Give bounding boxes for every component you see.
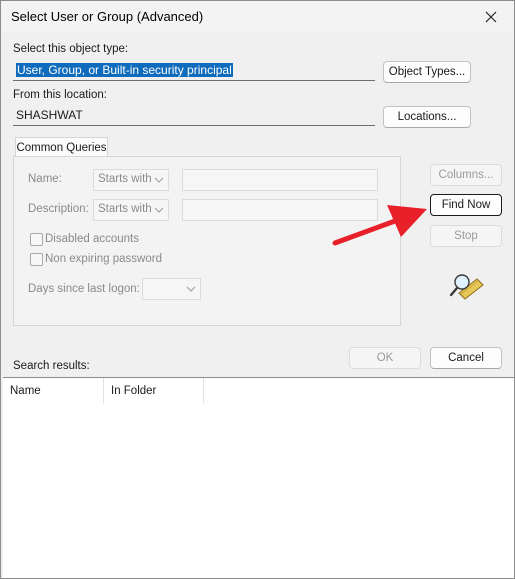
days-since-logon-select[interactable] [142,278,201,300]
find-now-button[interactable]: Find Now [430,194,502,216]
select-user-dialog: Select User or Group (Advanced) Select t… [0,0,515,579]
object-type-label: Select this object type: [13,43,129,55]
object-types-button[interactable]: Object Types... [383,61,471,83]
close-icon [485,11,497,23]
disabled-accounts-label: Disabled accounts [45,233,139,245]
locations-button[interactable]: Locations... [383,106,471,128]
non-expiring-password-label: Non expiring password [45,253,162,265]
name-mode-value: Starts with [98,173,152,185]
column-header-in-folder[interactable]: In Folder [104,378,204,404]
chevron-down-icon [186,286,196,292]
magnifier-find-icon [449,274,484,300]
stop-button[interactable]: Stop [430,225,502,247]
name-label: Name: [28,173,62,185]
column-header-name[interactable]: Name [3,378,104,404]
tab-common-queries[interactable]: Common Queries [15,137,108,157]
days-since-logon-label: Days since last logon: [28,283,140,295]
name-mode-select[interactable]: Starts with [93,169,169,191]
name-input[interactable] [182,169,378,191]
description-mode-select[interactable]: Starts with [93,199,169,221]
disabled-accounts-checkbox[interactable] [30,233,43,246]
chevron-down-icon [154,207,164,213]
location-field[interactable]: SHASHWAT [13,106,375,126]
search-results-label: Search results: [13,360,90,372]
close-button[interactable] [476,5,506,29]
description-label: Description: [28,203,89,215]
non-expiring-password-checkbox[interactable] [30,253,43,266]
cancel-button[interactable]: Cancel [430,347,502,369]
chevron-down-icon [154,177,164,183]
object-type-field[interactable]: User, Group, or Built-in security princi… [13,61,375,81]
description-mode-value: Starts with [98,203,152,215]
location-label: From this location: [13,89,107,101]
window-title: Select User or Group (Advanced) [11,9,204,24]
ok-button[interactable]: OK [349,347,421,369]
annotation-arrow-icon [332,205,427,246]
title-bar: Select User or Group (Advanced) [1,1,514,33]
columns-button[interactable]: Columns... [430,164,502,186]
search-results-list[interactable]: Name In Folder [3,377,514,578]
object-type-value: User, Group, or Built-in security princi… [16,63,233,77]
